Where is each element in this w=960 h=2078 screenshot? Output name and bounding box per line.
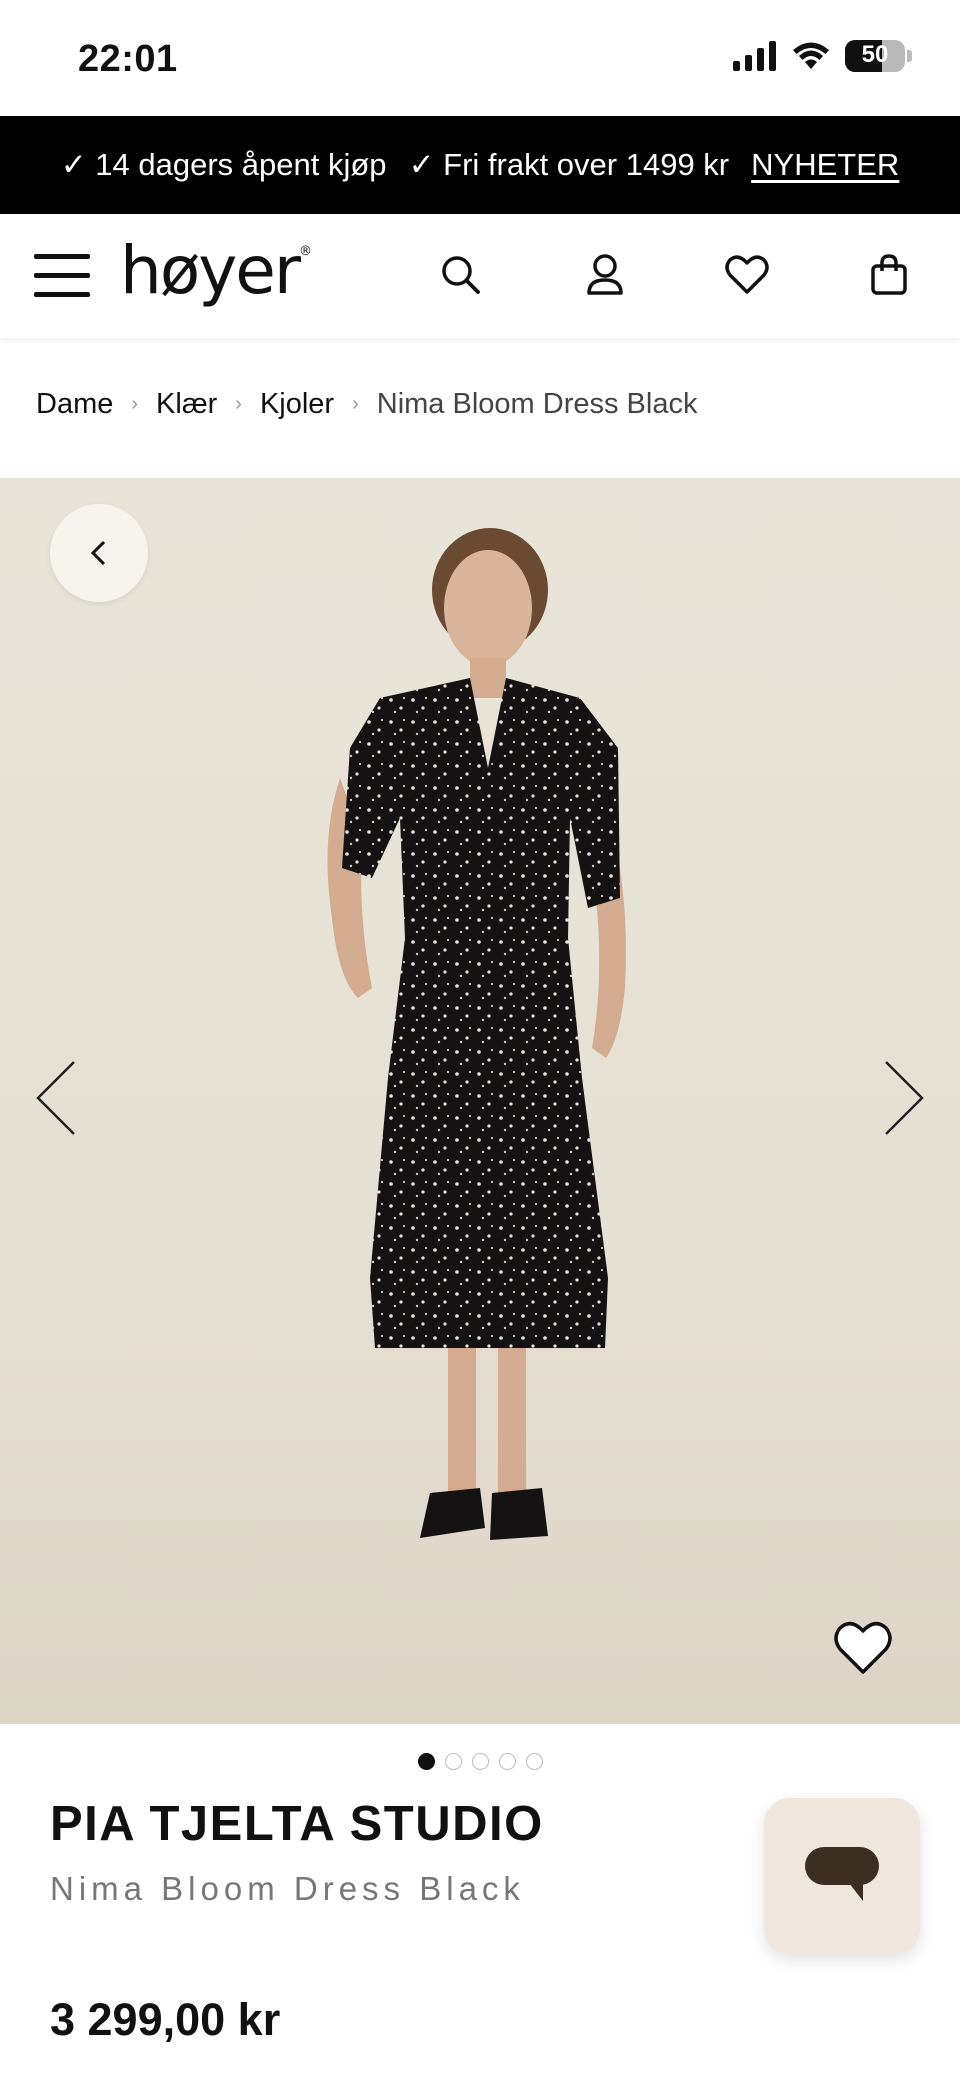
product-image: [327, 528, 626, 1540]
bag-icon[interactable]: [864, 250, 914, 300]
breadcrumb-separator: ›: [131, 393, 139, 415]
gallery-dot[interactable]: [418, 1753, 435, 1770]
battery-cap: [907, 50, 912, 62]
status-bar: 22:01 50: [0, 0, 960, 116]
account-icon[interactable]: [580, 250, 630, 300]
battery-level: 50: [861, 41, 889, 68]
chevron-left-icon: [90, 540, 106, 566]
logo-text: høyer: [120, 232, 301, 309]
gallery-dot[interactable]: [526, 1753, 543, 1770]
promo-free-shipping: ✓ Fri frakt over 1499 kr: [408, 147, 730, 182]
gallery-dot[interactable]: [499, 1753, 516, 1770]
chat-icon: [805, 1847, 879, 1901]
gallery-prev-arrow[interactable]: [34, 1058, 84, 1138]
heart-icon[interactable]: [722, 250, 772, 300]
wifi-icon: [793, 42, 829, 69]
breadcrumb-dame[interactable]: Dame: [36, 388, 113, 421]
site-header: høyer®: [0, 214, 960, 338]
site-logo[interactable]: høyer®: [120, 232, 312, 309]
product-gallery[interactable]: [0, 478, 960, 1724]
breadcrumb-separator: ›: [352, 393, 359, 415]
gallery-dot[interactable]: [472, 1753, 489, 1770]
product-price: 3 299,00 kr: [50, 1994, 281, 2045]
breadcrumb: Dame › Klær › Kjoler › Nima Bloom Dress …: [36, 388, 697, 421]
status-icons: 50: [733, 40, 912, 72]
gallery-pagination: [418, 1753, 543, 1770]
breadcrumb-separator: ›: [235, 393, 242, 415]
menu-icon[interactable]: [34, 254, 90, 300]
promo-news-link[interactable]: NYHETER: [751, 147, 899, 183]
gallery-dot[interactable]: [445, 1753, 462, 1770]
product-name: Nima Bloom Dress Black: [50, 1870, 525, 1907]
gallery-next-arrow[interactable]: [876, 1058, 926, 1138]
battery-icon: 50: [845, 40, 905, 72]
breadcrumb-klaer[interactable]: Klær: [156, 388, 217, 421]
chat-button[interactable]: [764, 1798, 920, 1954]
add-to-wishlist-icon[interactable]: [832, 1618, 894, 1676]
back-button[interactable]: [50, 504, 148, 602]
signal-icon: [733, 41, 776, 71]
breadcrumb-kjoler[interactable]: Kjoler: [260, 388, 334, 421]
breadcrumb-current: Nima Bloom Dress Black: [376, 388, 698, 420]
search-icon[interactable]: [436, 250, 486, 300]
product-brand[interactable]: PIA TJELTA STUDIO: [50, 1796, 544, 1852]
promo-return-policy: ✓ 14 dagers åpent kjøp: [60, 147, 387, 182]
status-time: 22:01: [78, 38, 178, 80]
promo-bar: ✓ 14 dagers åpent kjøp ✓ Fri frakt over …: [0, 116, 960, 214]
